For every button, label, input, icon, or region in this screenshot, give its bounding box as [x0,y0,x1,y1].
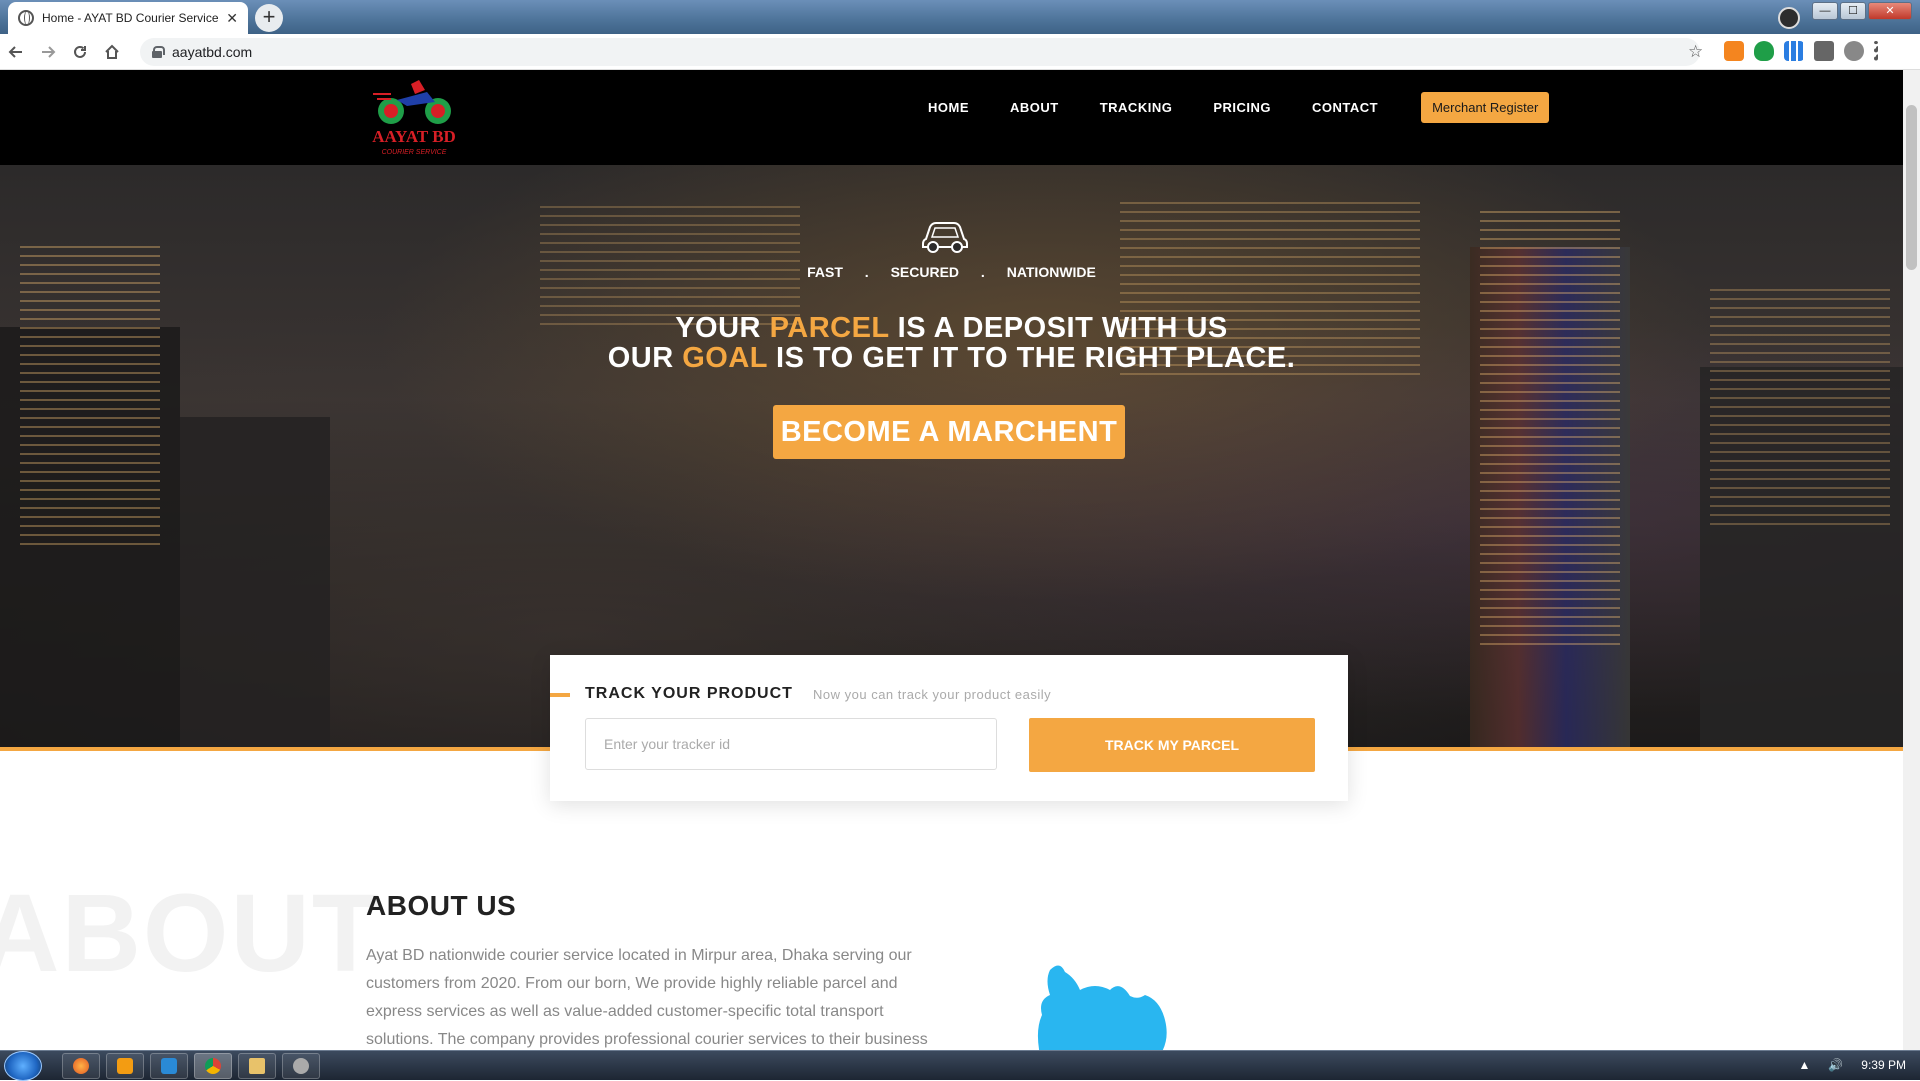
tagline-fast: FAST [807,264,843,280]
browser-menu-icon[interactable] [1874,41,1878,61]
hero-building [180,417,330,747]
nav-about[interactable]: ABOUT [1010,100,1059,115]
about-background-word: ABOUT [0,872,382,995]
track-subtitle: Now you can track your product easily [813,687,1052,702]
track-product-card: TRACK YOUR PRODUCT Now you can track you… [550,655,1348,801]
tagline-nationwide: NATIONWIDE [1006,264,1096,280]
extensions-puzzle-icon[interactable] [1814,41,1834,61]
new-tab-button[interactable]: + [255,4,283,32]
nav-tracking[interactable]: TRACKING [1100,100,1173,115]
nav-pricing[interactable]: PRICING [1213,100,1271,115]
volume-icon[interactable]: 🔊 [1828,1058,1843,1072]
svg-text:COURIER SERVICE: COURIER SERVICE [382,149,447,156]
sublime-icon[interactable] [106,1053,144,1079]
vscode-icon[interactable] [150,1053,188,1079]
main-nav: HOME ABOUT TRACKING PRICING CONTACT Merc… [928,92,1550,123]
extensions-area [1724,41,1878,61]
app-icon[interactable] [282,1053,320,1079]
minimize-button[interactable]: — [1812,2,1838,20]
page-scrollbar[interactable] [1903,70,1920,1050]
account-icon[interactable] [1844,41,1864,61]
track-title: TRACK YOUR PRODUCT [585,685,793,702]
window-controls: — ☐ ✕ [1812,2,1912,20]
lock-icon [152,46,165,58]
tagline-dot: . [980,264,985,280]
url-text: aayatbd.com [172,44,253,60]
site-logo[interactable]: AAYAT BD COURIER SERVICE [367,78,462,162]
bookmark-star-icon[interactable]: ☆ [1688,42,1703,62]
tagline-dot: . [864,264,869,280]
tracker-id-input[interactable] [585,718,997,770]
about-text: Ayat BD nationwide courier service locat… [366,947,928,1048]
reload-icon[interactable] [64,36,96,68]
globe-icon [18,10,34,26]
become-merchant-button[interactable]: BECOME A MARCHENT [773,405,1125,459]
browser-toolbar: aayatbd.com ☆ [0,34,1920,70]
extension-grid-icon[interactable] [1784,41,1804,61]
taskbar-apps [62,1053,320,1079]
nav-home[interactable]: HOME [928,100,969,115]
tab-close-icon[interactable]: ✕ [226,10,238,27]
back-icon[interactable] [0,36,32,68]
tab-title: Home - AYAT BD Courier Service [42,11,219,25]
svg-text:AAYAT BD: AAYAT BD [372,127,456,146]
start-button[interactable] [4,1051,42,1081]
address-bar[interactable]: aayatbd.com [140,38,1700,66]
about-title: ABOUT US [366,890,517,921]
bangladesh-map-image [1020,960,1200,1050]
os-taskbar: ▲ 🔊 9:39 PM [0,1050,1920,1081]
nav-contact[interactable]: CONTACT [1312,100,1378,115]
extension-lock-icon[interactable] [1724,41,1744,61]
track-my-parcel-button[interactable]: TRACK MY PARCEL [1029,718,1315,772]
track-accent-bar [550,693,570,697]
merchant-register-button[interactable]: Merchant Register [1421,92,1550,123]
car-icon [920,215,970,255]
home-icon[interactable] [96,36,128,68]
chrome-icon[interactable] [194,1053,232,1079]
system-tray: ▲ 🔊 9:39 PM [1798,1058,1906,1072]
headline-line-2: OUR GOAL IS TO GET IT TO THE RIGHT PLACE… [607,342,1296,374]
hero-headline: YOUR PARCEL IS A DEPOSIT WITH US OUR GOA… [0,313,1903,373]
firefox-icon[interactable] [62,1053,100,1079]
hero-city-lights [20,245,160,545]
browser-tab-bar: Home - AYAT BD Courier Service ✕ + — ☐ ✕ [0,0,1920,34]
tagline-secured: SECURED [890,264,960,280]
maximize-button[interactable]: ☐ [1840,2,1866,20]
browser-tab-active[interactable]: Home - AYAT BD Courier Service ✕ [8,2,248,34]
headline-line-1: YOUR PARCEL IS A DEPOSIT WITH US [675,312,1228,344]
forward-icon[interactable] [32,36,64,68]
close-window-button[interactable]: ✕ [1868,2,1912,20]
scrollbar-thumb[interactable] [1906,105,1917,270]
tray-arrow-icon[interactable]: ▲ [1798,1058,1810,1072]
extension-shield-icon[interactable] [1754,41,1774,61]
profile-menu-icon[interactable] [1778,7,1800,29]
clock[interactable]: 9:39 PM [1861,1058,1906,1072]
site-header: AAYAT BD COURIER SERVICE HOME ABOUT TRAC… [0,70,1903,165]
hero-taglines: FAST . SECURED . NATIONWIDE [0,264,1903,280]
file-explorer-icon[interactable] [238,1053,276,1079]
web-page: AAYAT BD COURIER SERVICE HOME ABOUT TRAC… [0,70,1903,1050]
